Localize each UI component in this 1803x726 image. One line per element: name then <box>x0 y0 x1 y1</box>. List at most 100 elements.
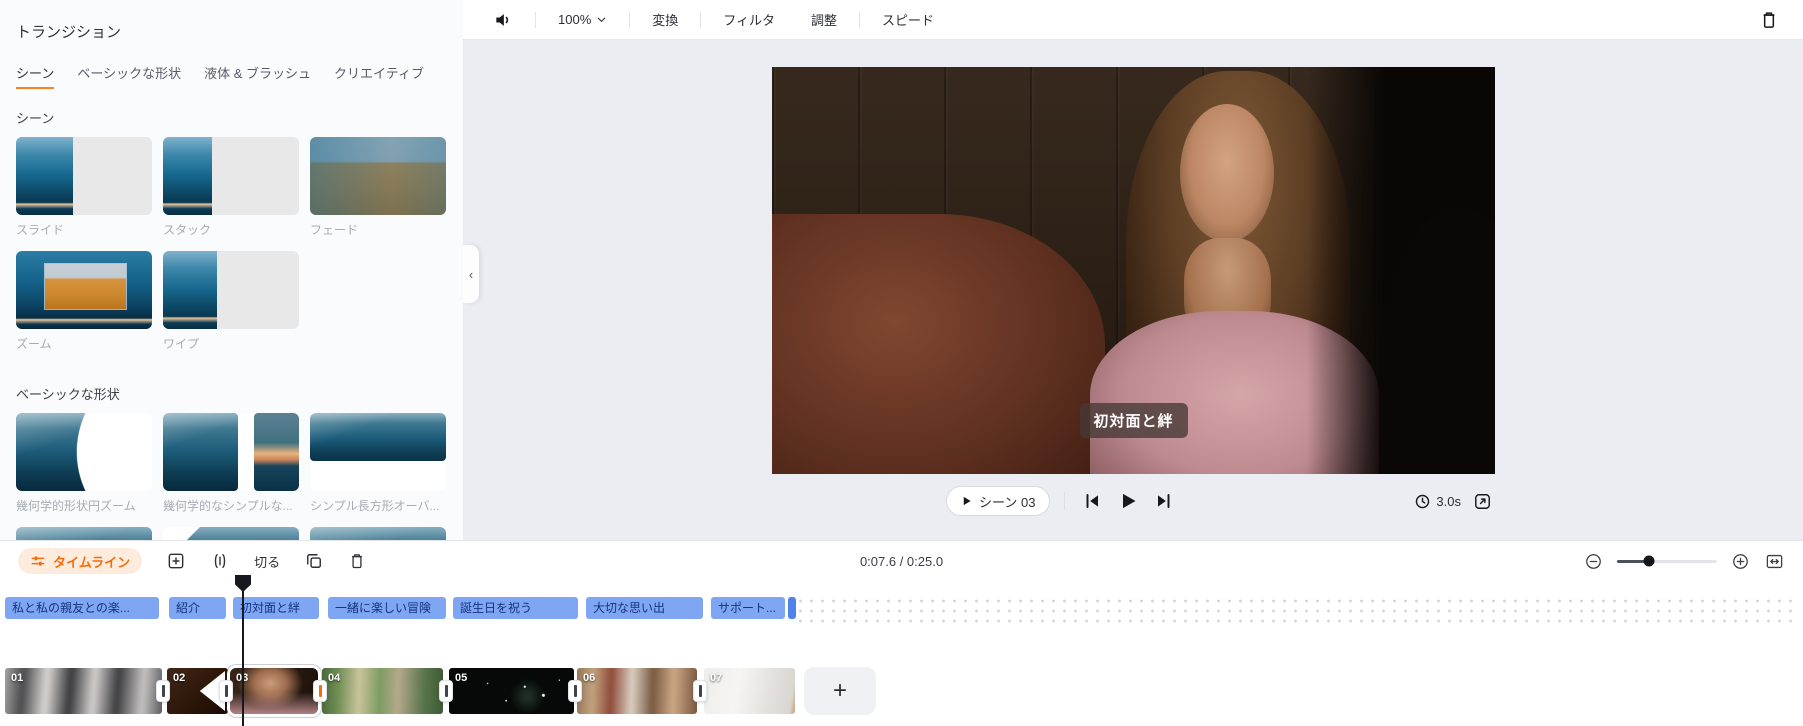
transition-item[interactable]: スライド <box>16 137 152 251</box>
zoom-in-button[interactable] <box>1731 552 1750 571</box>
transition-marker[interactable] <box>693 680 707 702</box>
toolbar-separator <box>700 11 702 28</box>
duplicate-button[interactable] <box>304 551 324 571</box>
transition-marker[interactable] <box>568 680 582 702</box>
plus-circle-icon <box>1731 552 1750 571</box>
transition-item[interactable]: シンプル長方形オーバ... <box>310 413 446 527</box>
panel-collapse-button[interactable]: ‹ <box>463 245 479 303</box>
transition-thumbnail[interactable] <box>16 413 152 491</box>
playhead-handle[interactable] <box>235 575 251 592</box>
transition-marker[interactable] <box>313 680 327 702</box>
video-clip[interactable]: 05 <box>449 668 574 714</box>
delete-button[interactable] <box>348 551 366 571</box>
play-button[interactable] <box>1115 488 1141 514</box>
cut-button[interactable]: 切る <box>254 552 280 571</box>
video-person-face <box>1180 103 1275 242</box>
next-scene-button[interactable] <box>1151 488 1177 514</box>
timeline-section: タイムライン 切る 0:07.6 / 0:25.0 私と私の親友との楽... 紹… <box>0 540 1803 726</box>
video-preview[interactable]: 初対面と絆 <box>772 67 1495 474</box>
playhead-line <box>242 577 244 726</box>
previous-scene-button[interactable] <box>1079 488 1105 514</box>
transition-thumbnail[interactable] <box>163 413 299 491</box>
video-editor-app: トランジション シーン ベーシックな形状 液体 & ブラッシュ クリエイティブ … <box>0 0 1803 726</box>
transition-label: ズーム <box>16 337 52 351</box>
tab-basic-shapes[interactable]: ベーシックな形状 <box>77 63 181 89</box>
transition-thumbnail[interactable] <box>163 527 299 540</box>
fullscreen-button[interactable] <box>1469 488 1495 514</box>
split-button[interactable] <box>210 551 230 571</box>
video-clip[interactable]: 04 <box>322 668 443 714</box>
text-clip[interactable]: 紹介 <box>169 597 226 619</box>
speaker-icon <box>493 10 513 30</box>
text-clip[interactable]: 私と私の親友との楽... <box>5 597 159 619</box>
clip-duration-button[interactable]: 3.0s <box>1414 493 1461 510</box>
adjust-button[interactable]: 調整 <box>811 10 837 29</box>
volume-button[interactable] <box>493 10 513 30</box>
delete-clip-button[interactable] <box>1759 9 1779 31</box>
thumbnail-overlay <box>163 413 238 491</box>
text-clip[interactable]: 大切な思い出 <box>586 597 703 619</box>
transition-item[interactable] <box>16 527 152 540</box>
video-clip[interactable]: 01 <box>5 668 162 714</box>
subtitle-overlay[interactable]: 初対面と絆 <box>1079 403 1188 438</box>
chevron-down-icon <box>596 14 607 25</box>
trash-icon <box>348 551 366 571</box>
transition-marker[interactable] <box>156 680 170 702</box>
transition-thumbnail[interactable] <box>16 527 152 540</box>
transition-item[interactable]: 幾何学的形状円ズーム <box>16 413 152 527</box>
transition-thumbnail[interactable] <box>16 137 152 215</box>
section-title: ベーシックな形状 <box>16 387 120 402</box>
transition-item[interactable]: ズーム <box>16 251 152 365</box>
timeline-zoom-slider[interactable] <box>1617 555 1717 567</box>
fit-timeline-button[interactable] <box>1764 552 1785 571</box>
transition-thumbnail[interactable] <box>310 527 446 540</box>
timeline-view-button[interactable]: タイムライン <box>18 548 143 574</box>
text-track: 私と私の親友との楽... 紹介 初対面と絆 一緒に楽しい冒険 誕生日を祝う 大切な思い出サ… <box>0 597 1803 619</box>
text-clip[interactable]: 誕生日を祝う <box>453 597 578 619</box>
transition-thumbnail[interactable] <box>310 137 446 215</box>
transition-item[interactable]: ワイプ <box>163 251 299 365</box>
transitions-panel: トランジション シーン ベーシックな形状 液体 & ブラッシュ クリエイティブ … <box>0 0 463 540</box>
transition-thumbnail[interactable] <box>163 137 299 215</box>
transform-button[interactable]: 変換 <box>652 10 678 29</box>
fit-width-icon <box>1764 552 1785 571</box>
video-clip-thumbnail <box>5 668 162 714</box>
transition-marker-bar <box>444 685 448 697</box>
transition-item[interactable]: フェード <box>310 137 446 251</box>
transition-item[interactable]: スタック <box>163 137 299 251</box>
panel-title: トランジション <box>16 24 122 41</box>
add-scene-button[interactable]: + <box>804 667 876 715</box>
text-clip[interactable]: 初対面と絆 <box>233 597 319 619</box>
text-clip-end-handle[interactable] <box>788 597 796 619</box>
transition-item[interactable] <box>310 527 446 540</box>
transition-marker[interactable] <box>219 680 233 702</box>
tab-liquid-brush[interactable]: 液体 & ブラッシュ <box>204 63 311 89</box>
text-clip[interactable]: サポート... <box>711 597 785 619</box>
tab-creative[interactable]: クリエイティブ <box>334 63 424 89</box>
filter-button[interactable]: フィルタ <box>723 10 775 29</box>
player-right-controls: 3.0s <box>1414 488 1495 514</box>
speed-button[interactable]: スピード <box>882 10 934 29</box>
panel-tabs: シーン ベーシックな形状 液体 & ブラッシュ クリエイティブ <box>16 63 463 89</box>
transition-thumbnail[interactable] <box>310 413 446 491</box>
transition-thumbnail[interactable] <box>16 251 152 329</box>
tab-scene[interactable]: シーン <box>16 63 55 89</box>
transition-item[interactable] <box>163 527 299 540</box>
zoom-out-button[interactable] <box>1584 552 1603 571</box>
scene-play-label: シーン 03 <box>979 494 1036 510</box>
text-clip[interactable]: 一緒に楽しい冒険 <box>328 597 446 619</box>
player-controls: シーン 03 3.0s <box>772 485 1495 517</box>
timeline-view-label: タイムライン <box>53 554 131 570</box>
zoom-level-dropdown[interactable]: 100% <box>558 12 607 27</box>
scene-play-button[interactable]: シーン 03 <box>946 486 1051 516</box>
transition-thumbnail[interactable] <box>163 251 299 329</box>
add-button[interactable] <box>166 551 186 571</box>
zoom-level-value: 100% <box>558 12 592 27</box>
zoom-slider-knob[interactable] <box>1643 555 1655 567</box>
minus-circle-icon <box>1584 552 1603 571</box>
transition-marker[interactable] <box>439 680 453 702</box>
transition-item[interactable]: 幾何学的なシンプルな... <box>163 413 299 527</box>
video-clip[interactable]: 07 <box>704 668 795 714</box>
preview-stage: 100% 変換 フィルタ 調整 スピード 初対面と絆 シーン 03 3.0s <box>463 0 1803 540</box>
video-clip[interactable]: 06 <box>577 668 697 714</box>
